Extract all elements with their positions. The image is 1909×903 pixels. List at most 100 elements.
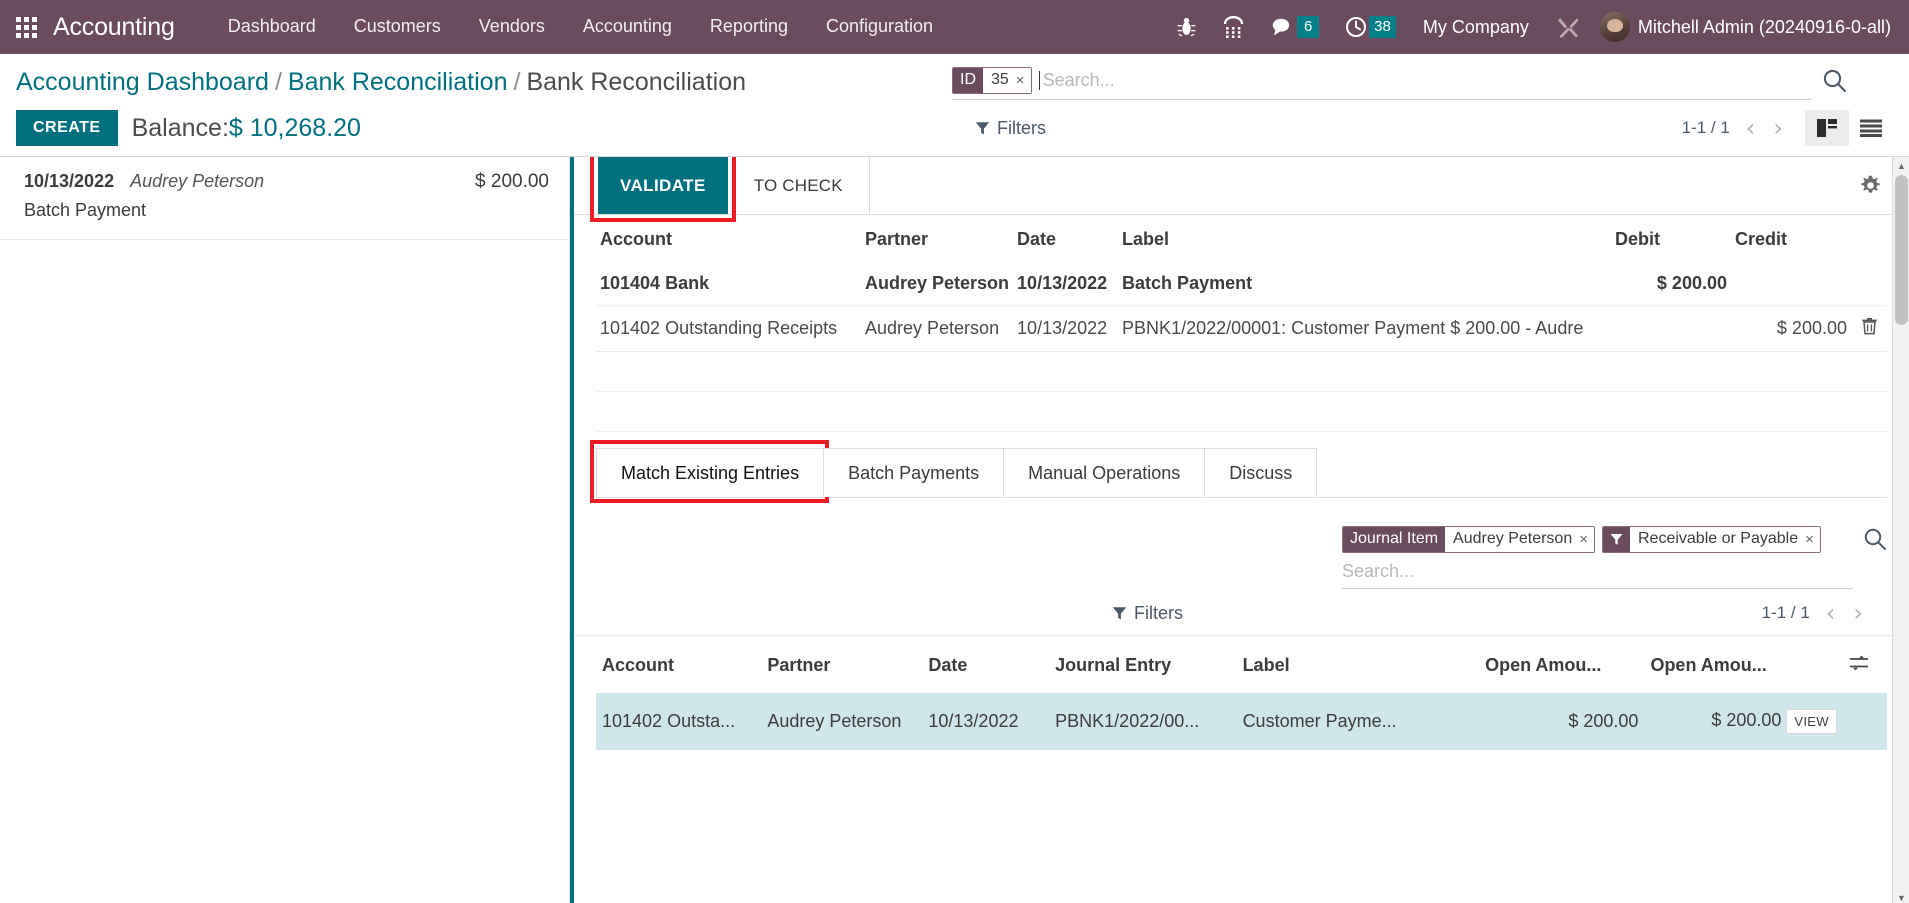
cell-label: Customer Payme... [1242, 711, 1397, 731]
apps-grid-icon[interactable] [16, 16, 37, 38]
main-menu: Dashboard Customers Vendors Accounting R… [209, 10, 952, 44]
magnifier-icon[interactable] [1822, 67, 1847, 98]
trash-icon[interactable] [1851, 305, 1887, 352]
reconciliation-view-icon[interactable] [1805, 110, 1849, 146]
breadcrumb-item-accounting-dashboard[interactable]: Accounting Dashboard [16, 68, 269, 96]
user-menu[interactable]: Mitchell Admin (20240916-0-all) [1638, 17, 1895, 38]
breadcrumb-item-bank-reconciliation[interactable]: Bank Reconciliation [288, 68, 508, 96]
wrench-screwdriver-icon[interactable] [1543, 0, 1594, 54]
cell-debit [1611, 305, 1731, 352]
breadcrumb: Accounting Dashboard / Bank Reconciliation… [0, 68, 746, 97]
chevron-right-icon[interactable]: › [1771, 116, 1785, 140]
reconciliation-toolbar: VALIDATE TO CHECK [574, 157, 1909, 222]
cell-partner: Audrey Peterson [865, 273, 1010, 293]
table-row-empty[interactable] [596, 351, 1887, 392]
tab-match-existing-entries-wrapper: Match Existing Entries [590, 440, 830, 503]
inner-search-facet-receivable-payable[interactable]: Receivable or Payable × [1602, 526, 1821, 553]
statement-line-date: 10/13/2022 [24, 171, 115, 191]
inner-filters-dropdown[interactable]: Filters [1112, 603, 1183, 624]
search-facet-id[interactable]: ID 35 × [952, 67, 1032, 94]
dialpad-icon[interactable] [1209, 0, 1258, 54]
view-button[interactable]: VIEW [1786, 709, 1837, 734]
open-amount-value: $ 200.00 [1711, 710, 1782, 730]
header-open-amount-2[interactable]: Open Amou... [1644, 636, 1842, 693]
funnel-icon [1603, 527, 1630, 552]
avatar[interactable] [1599, 12, 1630, 42]
page-scrollbar[interactable]: ▲ ▼ [1892, 157, 1909, 903]
table-row[interactable]: 101404 Bank Audrey Peterson 10/13/2022 B… [596, 262, 1887, 306]
notebook: Match Existing Entries Batch Payments Ma… [590, 440, 1887, 503]
navbar-systray: 6 38 My Company Mitchell Admin (20240916… [1164, 0, 1895, 54]
breadcrumb-current: Bank Reconciliation [526, 68, 747, 96]
chevron-left-icon[interactable]: ‹ [1744, 116, 1758, 140]
balance-amount: $ 10,268.20 [228, 113, 361, 142]
cell-account: 101404 Bank [600, 273, 710, 293]
chevron-left-icon[interactable]: ‹ [1824, 601, 1838, 625]
scroll-up-arrow[interactable]: ▲ [1893, 157, 1909, 174]
header-partner: Partner [865, 229, 929, 249]
table-row[interactable]: 101402 Outsta... Audrey Peterson 10/13/2… [596, 693, 1887, 750]
table-row-empty[interactable] [596, 391, 1887, 432]
tab-discuss[interactable]: Discuss [1204, 448, 1318, 497]
header-label[interactable]: Label [1237, 636, 1480, 693]
chevron-right-icon[interactable]: › [1851, 601, 1865, 625]
activities-clock-icon[interactable]: 38 [1332, 0, 1409, 54]
column-options-icon[interactable] [1843, 636, 1887, 693]
view-switcher [1805, 110, 1893, 146]
menu-dashboard[interactable]: Dashboard [209, 10, 335, 44]
cell-partner: Audrey Peterson [861, 305, 1014, 352]
to-check-button[interactable]: TO CHECK [727, 157, 870, 214]
scroll-down-arrow[interactable]: ▼ [1893, 889, 1909, 903]
header-debit: Debit [1615, 229, 1660, 249]
cell-label[interactable]: PBNK1/2022/00001: Customer Payment $ 200… [1118, 305, 1611, 352]
header-account[interactable]: Account [596, 636, 761, 693]
breadcrumb-separator: / [513, 68, 521, 96]
inner-search-input[interactable]: Search... [1342, 553, 1853, 582]
header-partner[interactable]: Partner [761, 636, 922, 693]
close-icon[interactable]: × [1805, 532, 1814, 547]
pager-value: 1-1 / 1 [1681, 118, 1730, 137]
tab-manual-operations[interactable]: Manual Operations [1003, 448, 1206, 497]
header-journal-entry[interactable]: Journal Entry [1049, 636, 1236, 693]
bug-icon[interactable] [1164, 0, 1209, 54]
search-input[interactable] [1042, 70, 1812, 91]
company-switcher[interactable]: My Company [1409, 17, 1543, 38]
reconciliation-table-container: Account Partner Date Label Debit Credit … [574, 215, 1909, 432]
move-lines-table-container: Account Partner Date Journal Entry Label… [574, 636, 1909, 750]
tab-batch-payments[interactable]: Batch Payments [823, 448, 1005, 497]
statement-lines-panel: 10/13/2022 Audrey Peterson $ 200.00 Batc… [0, 157, 570, 903]
table-row[interactable]: 101402 Outstanding Receipts Audrey Peter… [596, 305, 1887, 352]
balance-label: Balance: [131, 113, 229, 142]
searchview: ID 35 × [952, 67, 1847, 100]
activities-badge: 38 [1369, 16, 1396, 38]
inner-facet-value: Receivable or Payable [1638, 530, 1799, 547]
create-button[interactable]: CREATE [16, 110, 118, 146]
cell-date: 10/13/2022 [1017, 273, 1108, 293]
validate-button[interactable]: VALIDATE [598, 157, 728, 214]
scrollbar-thumb[interactable] [1895, 175, 1908, 325]
header-account: Account [600, 229, 672, 249]
messages-icon[interactable]: 6 [1258, 0, 1332, 54]
header-actions [1851, 215, 1887, 262]
tab-match-existing-entries[interactable]: Match Existing Entries [596, 448, 825, 497]
header-open-amount-1[interactable]: Open Amou... [1479, 636, 1644, 693]
statement-line-amount: $ 200.00 [475, 171, 549, 192]
statement-line-item[interactable]: 10/13/2022 Audrey Peterson $ 200.00 Batc… [0, 157, 569, 240]
header-date[interactable]: Date [922, 636, 1049, 693]
filters-dropdown[interactable]: Filters [975, 118, 1046, 139]
menu-customers[interactable]: Customers [335, 10, 460, 44]
app-brand-title[interactable]: Accounting [53, 13, 175, 42]
close-icon[interactable]: × [1016, 73, 1025, 88]
menu-accounting[interactable]: Accounting [564, 10, 691, 44]
list-view-icon[interactable] [1849, 111, 1893, 145]
messages-badge: 6 [1297, 16, 1320, 38]
cell-debit: $ 200.00 [1656, 273, 1727, 293]
cell-journal-entry: PBNK1/2022/00... [1055, 711, 1200, 731]
menu-vendors[interactable]: Vendors [460, 10, 564, 44]
inner-search-facet-journal-item[interactable]: Journal Item Audrey Peterson × [1342, 526, 1595, 553]
statement-line-partner: Audrey Peterson [130, 171, 265, 191]
menu-reporting[interactable]: Reporting [691, 10, 807, 44]
close-icon[interactable]: × [1579, 532, 1588, 547]
menu-configuration[interactable]: Configuration [807, 10, 952, 44]
magnifier-icon[interactable] [1863, 526, 1887, 556]
